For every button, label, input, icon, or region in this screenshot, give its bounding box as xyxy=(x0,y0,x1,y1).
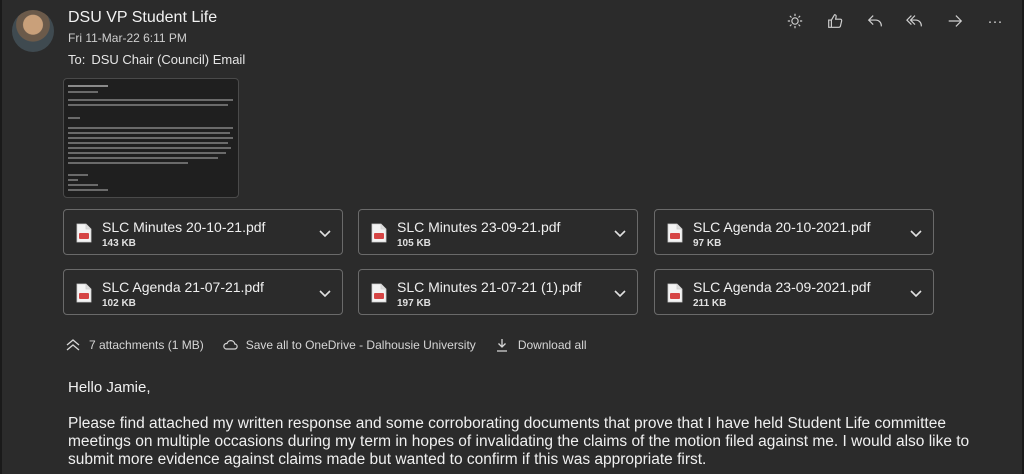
attachment-name: SLC Minutes 21-07-21 (1).pdf xyxy=(397,279,582,295)
chevron-down-icon[interactable] xyxy=(613,226,627,240)
attachment-card[interactable]: SLC Agenda 21-07-21.pdf 102 KB xyxy=(63,269,343,315)
chevron-down-icon[interactable] xyxy=(909,226,923,240)
recipient-name[interactable]: DSU Chair (Council) Email xyxy=(91,52,245,67)
attachment-name: SLC Minutes 20-10-21.pdf xyxy=(102,219,266,235)
double-chevron-up-icon xyxy=(66,339,80,351)
pdf-file-icon xyxy=(371,223,387,243)
attachment-card[interactable]: SLC Agenda 23-09-2021.pdf 211 KB xyxy=(654,269,934,315)
forward-icon[interactable] xyxy=(946,12,964,30)
download-icon xyxy=(496,339,507,352)
download-all-label: Download all xyxy=(517,338,587,352)
attachment-size: 102 KB xyxy=(102,298,136,309)
avatar[interactable] xyxy=(12,10,54,52)
attachment-size: 143 KB xyxy=(102,238,136,249)
attachment-card[interactable]: SLC Agenda 20-10-2021.pdf 97 KB xyxy=(654,209,934,255)
download-all-button[interactable]: Download all xyxy=(494,338,587,352)
pdf-file-icon xyxy=(76,223,92,243)
sun-icon[interactable] xyxy=(786,12,804,30)
attachment-size: 97 KB xyxy=(693,238,722,249)
attachment-name: SLC Agenda 23-09-2021.pdf xyxy=(693,279,871,295)
recipient-line: To: DSU Chair (Council) Email xyxy=(68,52,245,67)
attachment-size: 211 KB xyxy=(693,298,727,309)
reply-all-icon[interactable] xyxy=(906,12,924,30)
more-icon[interactable]: ··· xyxy=(986,12,1004,30)
message-body: Please find attached my written response… xyxy=(68,415,970,468)
reply-icon[interactable] xyxy=(866,12,884,30)
message-toolbar: ··· xyxy=(786,12,1004,30)
attachment-name: SLC Agenda 21-07-21.pdf xyxy=(102,279,264,295)
sender-name[interactable]: DSU VP Student Life xyxy=(68,9,217,27)
attachment-name: SLC Agenda 20-10-2021.pdf xyxy=(693,219,871,235)
like-icon[interactable] xyxy=(826,12,844,30)
attachment-size: 197 KB xyxy=(397,298,431,309)
attachment-count: 7 attachments (1 MB) xyxy=(89,338,204,352)
chevron-down-icon[interactable] xyxy=(318,226,332,240)
pdf-file-icon xyxy=(667,283,683,303)
chevron-down-icon[interactable] xyxy=(318,286,332,300)
message-greeting: Hello Jamie, xyxy=(68,379,151,396)
inline-image-preview[interactable] xyxy=(63,78,239,198)
attachment-actions: 7 attachments (1 MB) Save all to OneDriv… xyxy=(65,338,605,352)
attachment-name: SLC Minutes 23-09-21.pdf xyxy=(397,219,561,235)
attachment-size: 105 KB xyxy=(397,238,431,249)
save-all-label: Save all to OneDrive - Dalhousie Univers… xyxy=(245,338,476,352)
pdf-file-icon xyxy=(76,283,92,303)
cloud-icon xyxy=(222,340,238,350)
attachment-card[interactable]: SLC Minutes 21-07-21 (1).pdf 197 KB xyxy=(358,269,638,315)
attachment-card[interactable]: SLC Minutes 20-10-21.pdf 143 KB xyxy=(63,209,343,255)
pdf-file-icon xyxy=(371,283,387,303)
save-all-onedrive-button[interactable]: Save all to OneDrive - Dalhousie Univers… xyxy=(222,338,476,352)
attachment-card[interactable]: SLC Minutes 23-09-21.pdf 105 KB xyxy=(358,209,638,255)
pdf-file-icon xyxy=(667,223,683,243)
chevron-down-icon[interactable] xyxy=(613,286,627,300)
to-label: To: xyxy=(68,52,86,67)
collapse-attachments-button[interactable]: 7 attachments (1 MB) xyxy=(65,338,204,352)
email-reading-pane: DSU VP Student Life Fri 11-Mar-22 6:11 P… xyxy=(0,0,1024,474)
sent-date: Fri 11-Mar-22 6:11 PM xyxy=(68,31,187,45)
chevron-down-icon[interactable] xyxy=(909,286,923,300)
